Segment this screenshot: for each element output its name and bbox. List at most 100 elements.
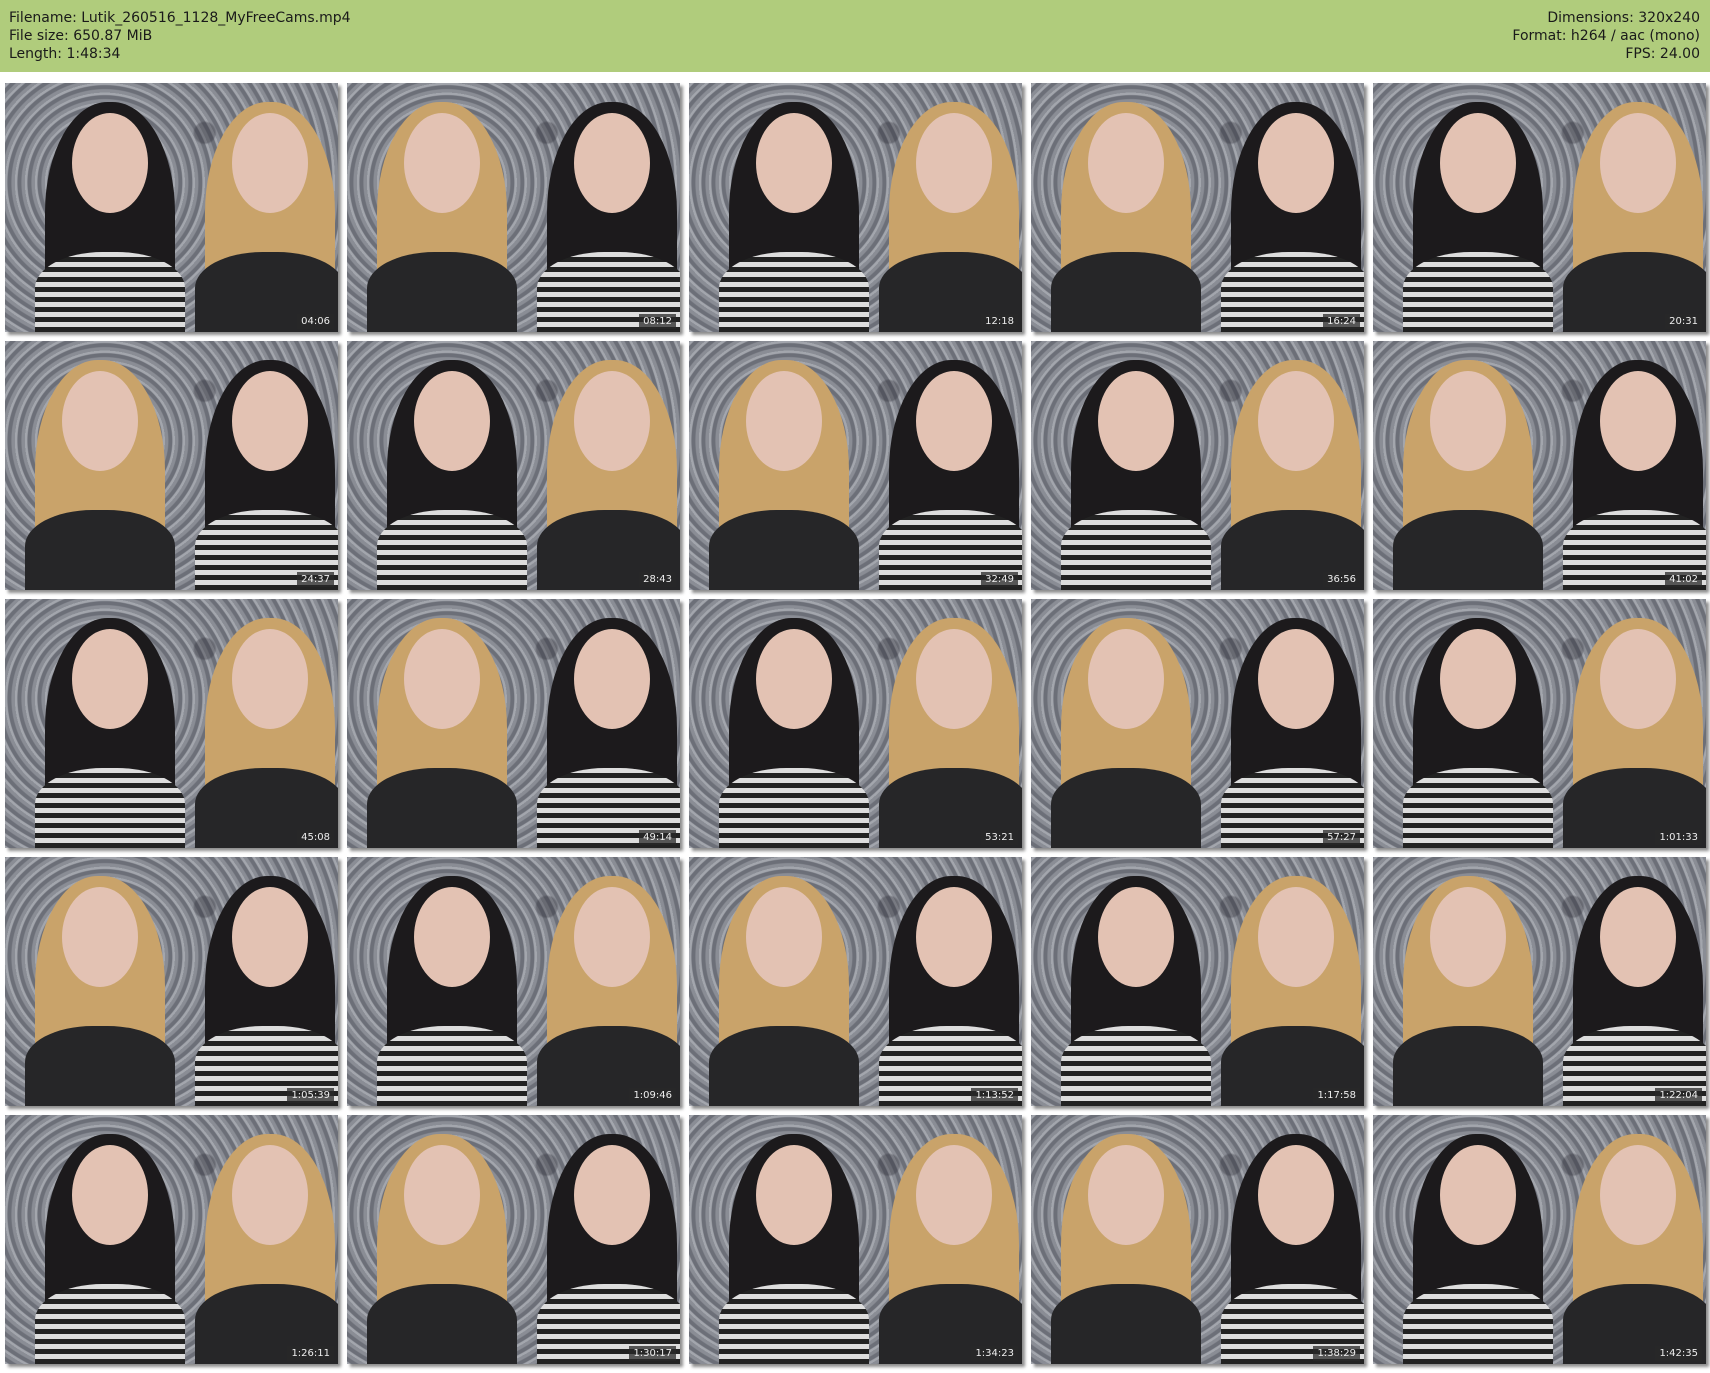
person-face — [62, 371, 138, 471]
video-thumbnail[interactable]: 1:42:35 — [1373, 1115, 1706, 1364]
person-face — [232, 371, 308, 471]
format: Format: h264 / aac (mono) — [1512, 28, 1700, 44]
person-face — [574, 629, 650, 729]
timestamp-label: 24:37 — [297, 572, 334, 587]
video-thumbnail[interactable]: 1:22:04 — [1373, 857, 1706, 1106]
file-size: File size: 650.87 MiB — [9, 28, 153, 44]
person-face — [232, 887, 308, 987]
person-face — [1258, 371, 1334, 471]
video-thumbnail[interactable]: 49:14 — [347, 599, 680, 848]
video-thumbnail[interactable]: 12:18 — [689, 83, 1022, 332]
person-face — [916, 887, 992, 987]
person-face — [414, 887, 490, 987]
person-face — [574, 1145, 650, 1245]
person-body — [25, 1026, 175, 1106]
timestamp-label: 1:22:04 — [1655, 1088, 1702, 1103]
timestamp-label: 1:34:23 — [971, 1346, 1018, 1361]
person-body — [1061, 510, 1211, 590]
person-face — [404, 1145, 480, 1245]
length: Length: 1:48:34 — [9, 46, 121, 62]
video-thumbnail[interactable]: 04:06 — [5, 83, 338, 332]
person-body — [719, 252, 869, 332]
timestamp-label: 12:18 — [981, 314, 1018, 329]
person-face — [1430, 371, 1506, 471]
video-thumbnail[interactable]: 16:24 — [1031, 83, 1364, 332]
video-thumbnail[interactable]: 1:01:33 — [1373, 599, 1706, 848]
person-face — [1098, 371, 1174, 471]
person-face — [574, 887, 650, 987]
timestamp-label: 1:26:11 — [287, 1346, 334, 1361]
person-body — [1051, 252, 1201, 332]
person-face — [916, 1145, 992, 1245]
person-body — [1403, 768, 1553, 848]
video-thumbnail[interactable]: 1:09:46 — [347, 857, 680, 1106]
video-thumbnail[interactable]: 45:08 — [5, 599, 338, 848]
person-face — [756, 629, 832, 729]
person-face — [1600, 887, 1676, 987]
person-body — [719, 768, 869, 848]
person-face — [414, 371, 490, 471]
person-body — [709, 1026, 859, 1106]
video-thumbnail[interactable]: 1:13:52 — [689, 857, 1022, 1106]
person-face — [574, 371, 650, 471]
video-thumbnail[interactable]: 1:17:58 — [1031, 857, 1364, 1106]
person-face — [746, 887, 822, 987]
person-body — [1403, 252, 1553, 332]
timestamp-label: 08:12 — [639, 314, 676, 329]
person-face — [1088, 629, 1164, 729]
person-body — [35, 768, 185, 848]
video-thumbnail[interactable]: 1:26:11 — [5, 1115, 338, 1364]
video-thumbnail[interactable]: 1:38:29 — [1031, 1115, 1364, 1364]
person-face — [1600, 629, 1676, 729]
info-header: Filename: Lutik_260516_1128_MyFreeCams.m… — [0, 0, 1710, 72]
person-face — [916, 113, 992, 213]
video-thumbnail[interactable]: 20:31 — [1373, 83, 1706, 332]
person-body — [709, 510, 859, 590]
person-body — [1051, 1284, 1201, 1364]
person-face — [1258, 113, 1334, 213]
video-thumbnail[interactable]: 1:05:39 — [5, 857, 338, 1106]
timestamp-label: 36:56 — [1323, 572, 1360, 587]
person-face — [1600, 1145, 1676, 1245]
video-thumbnail[interactable]: 32:49 — [689, 341, 1022, 590]
timestamp-label: 45:08 — [297, 830, 334, 845]
person-face — [756, 113, 832, 213]
person-face — [1430, 887, 1506, 987]
video-thumbnail[interactable]: 28:43 — [347, 341, 680, 590]
timestamp-label: 04:06 — [297, 314, 334, 329]
person-face — [1088, 1145, 1164, 1245]
video-thumbnail[interactable]: 08:12 — [347, 83, 680, 332]
person-face — [232, 629, 308, 729]
person-face — [1440, 629, 1516, 729]
person-face — [62, 887, 138, 987]
timestamp-label: 1:01:33 — [1655, 830, 1702, 845]
person-face — [72, 1145, 148, 1245]
timestamp-label: 1:13:52 — [971, 1088, 1018, 1103]
filename: Filename: Lutik_260516_1128_MyFreeCams.m… — [9, 10, 351, 26]
fps: FPS: 24.00 — [1625, 46, 1700, 62]
person-face — [232, 1145, 308, 1245]
video-thumbnail[interactable]: 24:37 — [5, 341, 338, 590]
video-thumbnail[interactable]: 1:30:17 — [347, 1115, 680, 1364]
person-body — [1061, 1026, 1211, 1106]
video-thumbnail[interactable]: 57:27 — [1031, 599, 1364, 848]
person-face — [72, 629, 148, 729]
video-thumbnail[interactable]: 36:56 — [1031, 341, 1364, 590]
person-face — [232, 113, 308, 213]
video-thumbnail[interactable]: 53:21 — [689, 599, 1022, 848]
video-thumbnail[interactable]: 41:02 — [1373, 341, 1706, 590]
video-thumbnail[interactable]: 1:34:23 — [689, 1115, 1022, 1364]
person-face — [72, 113, 148, 213]
timestamp-label: 41:02 — [1665, 572, 1702, 587]
person-body — [367, 768, 517, 848]
person-face — [1258, 1145, 1334, 1245]
person-face — [1258, 629, 1334, 729]
person-face — [1258, 887, 1334, 987]
person-face — [404, 629, 480, 729]
timestamp-label: 28:43 — [639, 572, 676, 587]
timestamp-label: 32:49 — [981, 572, 1018, 587]
timestamp-label: 49:14 — [639, 830, 676, 845]
dimensions: Dimensions: 320x240 — [1547, 10, 1700, 26]
person-body — [25, 510, 175, 590]
person-body — [377, 510, 527, 590]
